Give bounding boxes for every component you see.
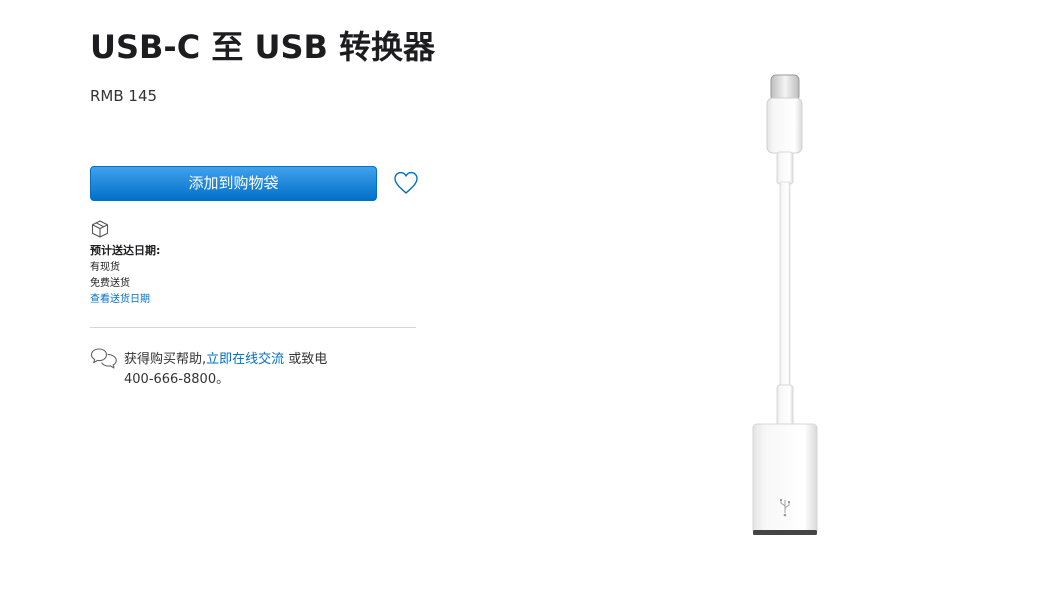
product-price: RMB 145: [90, 87, 158, 105]
product-image: [752, 74, 818, 535]
chat-bubbles-icon: [90, 348, 117, 369]
purchase-help-text: 获得购买帮助,立即在线交流 或致电 400-666-8800。: [124, 350, 364, 390]
delivery-dates-line: 查看送货日期: [90, 292, 150, 307]
box-icon: [91, 220, 109, 238]
help-prefix: 获得购买帮助,: [124, 352, 207, 367]
delivery-heading: 预计送达日期:: [90, 244, 161, 257]
help-phone: 400-666-8800。: [124, 372, 230, 387]
divider: [90, 327, 416, 328]
help-suffix: 或致电: [288, 352, 328, 367]
live-chat-link[interactable]: 立即在线交流: [206, 352, 284, 367]
add-to-bag-button[interactable]: 添加到购物袋: [90, 166, 377, 201]
shipping-info: 免费送货: [90, 278, 130, 289]
favorite-button[interactable]: [392, 170, 420, 196]
product-title: USB-C 至 USB 转换器: [90, 28, 436, 66]
product-page: USB-C 至 USB 转换器 RMB 145 添加到购物袋 预计送达日期: 有…: [0, 0, 1037, 601]
heart-icon: [394, 171, 418, 194]
stock-status: 有现货: [90, 262, 120, 273]
view-delivery-dates-link[interactable]: 查看送货日期: [90, 294, 150, 305]
